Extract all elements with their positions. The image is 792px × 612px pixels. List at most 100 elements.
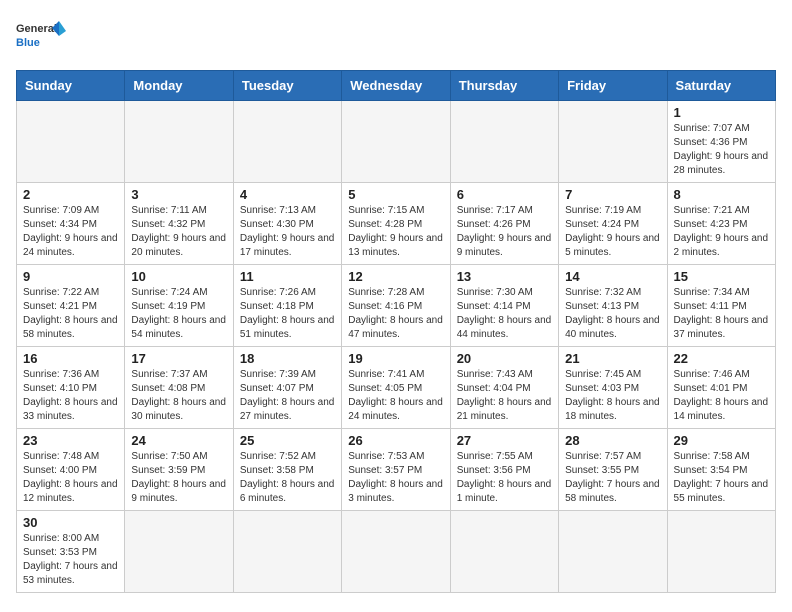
day-number: 25 (240, 433, 335, 448)
day-info: Sunrise: 7:48 AM Sunset: 4:00 PM Dayligh… (23, 450, 118, 506)
weekday-header-tuesday: Tuesday (233, 71, 341, 101)
day-number: 13 (457, 269, 552, 284)
calendar-cell: 24Sunrise: 7:50 AM Sunset: 3:59 PM Dayli… (125, 429, 233, 511)
calendar-cell: 12 Sunrise: 7:28 AM Sunset: 4:16 PM Dayli… (342, 265, 450, 347)
day-info: Sunrise: 7:21 AM Sunset: 4:23 PM Dayligh… (674, 204, 769, 260)
day-number: 23 (23, 433, 118, 448)
calendar-cell: 20Sunrise: 7:43 AM Sunset: 4:04 PM Dayli… (450, 347, 558, 429)
page-header: General Blue (16, 16, 776, 58)
calendar-cell: 8 Sunrise: 7:21 AM Sunset: 4:23 PM Daylig… (667, 183, 775, 265)
calendar-cell: 10 Sunrise: 7:24 AM Sunset: 4:19 PM Dayli… (125, 265, 233, 347)
day-info: Sunrise: 7:45 AM Sunset: 4:03 PM Dayligh… (565, 368, 660, 424)
calendar-cell (125, 511, 233, 593)
calendar-week-row: 23 Sunrise: 7:48 AM Sunset: 4:00 PM Dayli… (17, 429, 776, 511)
calendar-cell: 19Sunrise: 7:41 AM Sunset: 4:05 PM Dayli… (342, 347, 450, 429)
weekday-header-saturday: Saturday (667, 71, 775, 101)
day-info: Sunrise: 7:53 AM Sunset: 3:57 PM Dayligh… (348, 450, 443, 506)
day-info: Sunrise: 7:41 AM Sunset: 4:05 PM Dayligh… (348, 368, 443, 424)
weekday-header-thursday: Thursday (450, 71, 558, 101)
calendar-cell (342, 101, 450, 183)
calendar-week-row: 30Sunrise: 8:00 AM Sunset: 3:53 PM Dayli… (17, 511, 776, 593)
calendar-week-row: 1Sunrise: 7:07 AM Sunset: 4:36 PM Daylig… (17, 101, 776, 183)
day-info: Sunrise: 7:50 AM Sunset: 3:59 PM Dayligh… (131, 450, 226, 506)
day-number: 6 (457, 187, 552, 202)
day-info: Sunrise: 7:19 AM Sunset: 4:24 PM Dayligh… (565, 204, 660, 260)
day-number: 7 (565, 187, 660, 202)
day-info: Sunrise: 7:13 AM Sunset: 4:30 PM Dayligh… (240, 204, 335, 260)
day-info: Sunrise: 7:32 AM Sunset: 4:13 PM Dayligh… (565, 286, 660, 342)
day-number: 10 (131, 269, 226, 284)
calendar-cell (559, 101, 667, 183)
calendar-cell: 7 Sunrise: 7:19 AM Sunset: 4:24 PM Daylig… (559, 183, 667, 265)
svg-text:Blue: Blue (16, 37, 40, 49)
day-number: 21 (565, 351, 660, 366)
calendar-cell (233, 511, 341, 593)
day-number: 14 (565, 269, 660, 284)
day-number: 20 (457, 351, 552, 366)
calendar-cell: 27Sunrise: 7:55 AM Sunset: 3:56 PM Dayli… (450, 429, 558, 511)
calendar-cell (667, 511, 775, 593)
calendar-cell (450, 101, 558, 183)
day-number: 12 (348, 269, 443, 284)
day-number: 18 (240, 351, 335, 366)
calendar-cell: 1Sunrise: 7:07 AM Sunset: 4:36 PM Daylig… (667, 101, 775, 183)
day-number: 29 (674, 433, 769, 448)
calendar-cell: 4 Sunrise: 7:13 AM Sunset: 4:30 PM Daylig… (233, 183, 341, 265)
calendar-cell: 25 Sunrise: 7:52 AM Sunset: 3:58 PM Dayli… (233, 429, 341, 511)
calendar-cell: 2 Sunrise: 7:09 AM Sunset: 4:34 PM Daylig… (17, 183, 125, 265)
day-info: Sunrise: 7:37 AM Sunset: 4:08 PM Dayligh… (131, 368, 226, 424)
calendar-cell: 26 Sunrise: 7:53 AM Sunset: 3:57 PM Dayli… (342, 429, 450, 511)
calendar-cell: 29 Sunrise: 7:58 AM Sunset: 3:54 PM Dayli… (667, 429, 775, 511)
day-info: Sunrise: 7:11 AM Sunset: 4:32 PM Dayligh… (131, 204, 226, 260)
logo: General Blue (16, 16, 66, 58)
calendar-cell (125, 101, 233, 183)
day-info: Sunrise: 7:26 AM Sunset: 4:18 PM Dayligh… (240, 286, 335, 342)
day-number: 4 (240, 187, 335, 202)
calendar-cell: 14 Sunrise: 7:32 AM Sunset: 4:13 PM Dayli… (559, 265, 667, 347)
calendar-week-row: 9Sunrise: 7:22 AM Sunset: 4:21 PM Daylig… (17, 265, 776, 347)
calendar-cell (559, 511, 667, 593)
calendar-cell: 21 Sunrise: 7:45 AM Sunset: 4:03 PM Dayli… (559, 347, 667, 429)
svg-text:General: General (16, 23, 57, 35)
day-info: Sunrise: 7:09 AM Sunset: 4:34 PM Dayligh… (23, 204, 118, 260)
calendar-cell: 15 Sunrise: 7:34 AM Sunset: 4:11 PM Dayli… (667, 265, 775, 347)
calendar-cell: 16Sunrise: 7:36 AM Sunset: 4:10 PM Dayli… (17, 347, 125, 429)
day-info: Sunrise: 7:57 AM Sunset: 3:55 PM Dayligh… (565, 450, 660, 506)
day-info: Sunrise: 7:39 AM Sunset: 4:07 PM Dayligh… (240, 368, 335, 424)
day-number: 22 (674, 351, 769, 366)
weekday-header-friday: Friday (559, 71, 667, 101)
day-number: 1 (674, 105, 769, 120)
day-number: 15 (674, 269, 769, 284)
day-number: 3 (131, 187, 226, 202)
day-number: 11 (240, 269, 335, 284)
day-info: Sunrise: 7:52 AM Sunset: 3:58 PM Dayligh… (240, 450, 335, 506)
calendar-header-row: SundayMondayTuesdayWednesdayThursdayFrid… (17, 71, 776, 101)
day-number: 2 (23, 187, 118, 202)
day-info: Sunrise: 7:17 AM Sunset: 4:26 PM Dayligh… (457, 204, 552, 260)
day-number: 5 (348, 187, 443, 202)
calendar-cell: 23 Sunrise: 7:48 AM Sunset: 4:00 PM Dayli… (17, 429, 125, 511)
calendar-cell: 9Sunrise: 7:22 AM Sunset: 4:21 PM Daylig… (17, 265, 125, 347)
calendar-cell (342, 511, 450, 593)
calendar-cell: 5Sunrise: 7:15 AM Sunset: 4:28 PM Daylig… (342, 183, 450, 265)
day-info: Sunrise: 7:28 AM Sunset: 4:16 PM Dayligh… (348, 286, 443, 342)
day-info: Sunrise: 7:36 AM Sunset: 4:10 PM Dayligh… (23, 368, 118, 424)
calendar-table: SundayMondayTuesdayWednesdayThursdayFrid… (16, 70, 776, 593)
day-number: 26 (348, 433, 443, 448)
calendar-cell: 28 Sunrise: 7:57 AM Sunset: 3:55 PM Dayli… (559, 429, 667, 511)
calendar-cell: 22 Sunrise: 7:46 AM Sunset: 4:01 PM Dayli… (667, 347, 775, 429)
calendar-cell: 6 Sunrise: 7:17 AM Sunset: 4:26 PM Daylig… (450, 183, 558, 265)
day-info: Sunrise: 7:34 AM Sunset: 4:11 PM Dayligh… (674, 286, 769, 342)
day-info: Sunrise: 8:00 AM Sunset: 3:53 PM Dayligh… (23, 532, 118, 588)
weekday-header-wednesday: Wednesday (342, 71, 450, 101)
calendar-cell: 13Sunrise: 7:30 AM Sunset: 4:14 PM Dayli… (450, 265, 558, 347)
day-info: Sunrise: 7:24 AM Sunset: 4:19 PM Dayligh… (131, 286, 226, 342)
calendar-cell: 3 Sunrise: 7:11 AM Sunset: 4:32 PM Daylig… (125, 183, 233, 265)
calendar-cell: 17Sunrise: 7:37 AM Sunset: 4:08 PM Dayli… (125, 347, 233, 429)
day-info: Sunrise: 7:58 AM Sunset: 3:54 PM Dayligh… (674, 450, 769, 506)
day-number: 8 (674, 187, 769, 202)
day-number: 28 (565, 433, 660, 448)
logo-svg: General Blue (16, 16, 66, 58)
calendar-week-row: 16Sunrise: 7:36 AM Sunset: 4:10 PM Dayli… (17, 347, 776, 429)
day-info: Sunrise: 7:46 AM Sunset: 4:01 PM Dayligh… (674, 368, 769, 424)
